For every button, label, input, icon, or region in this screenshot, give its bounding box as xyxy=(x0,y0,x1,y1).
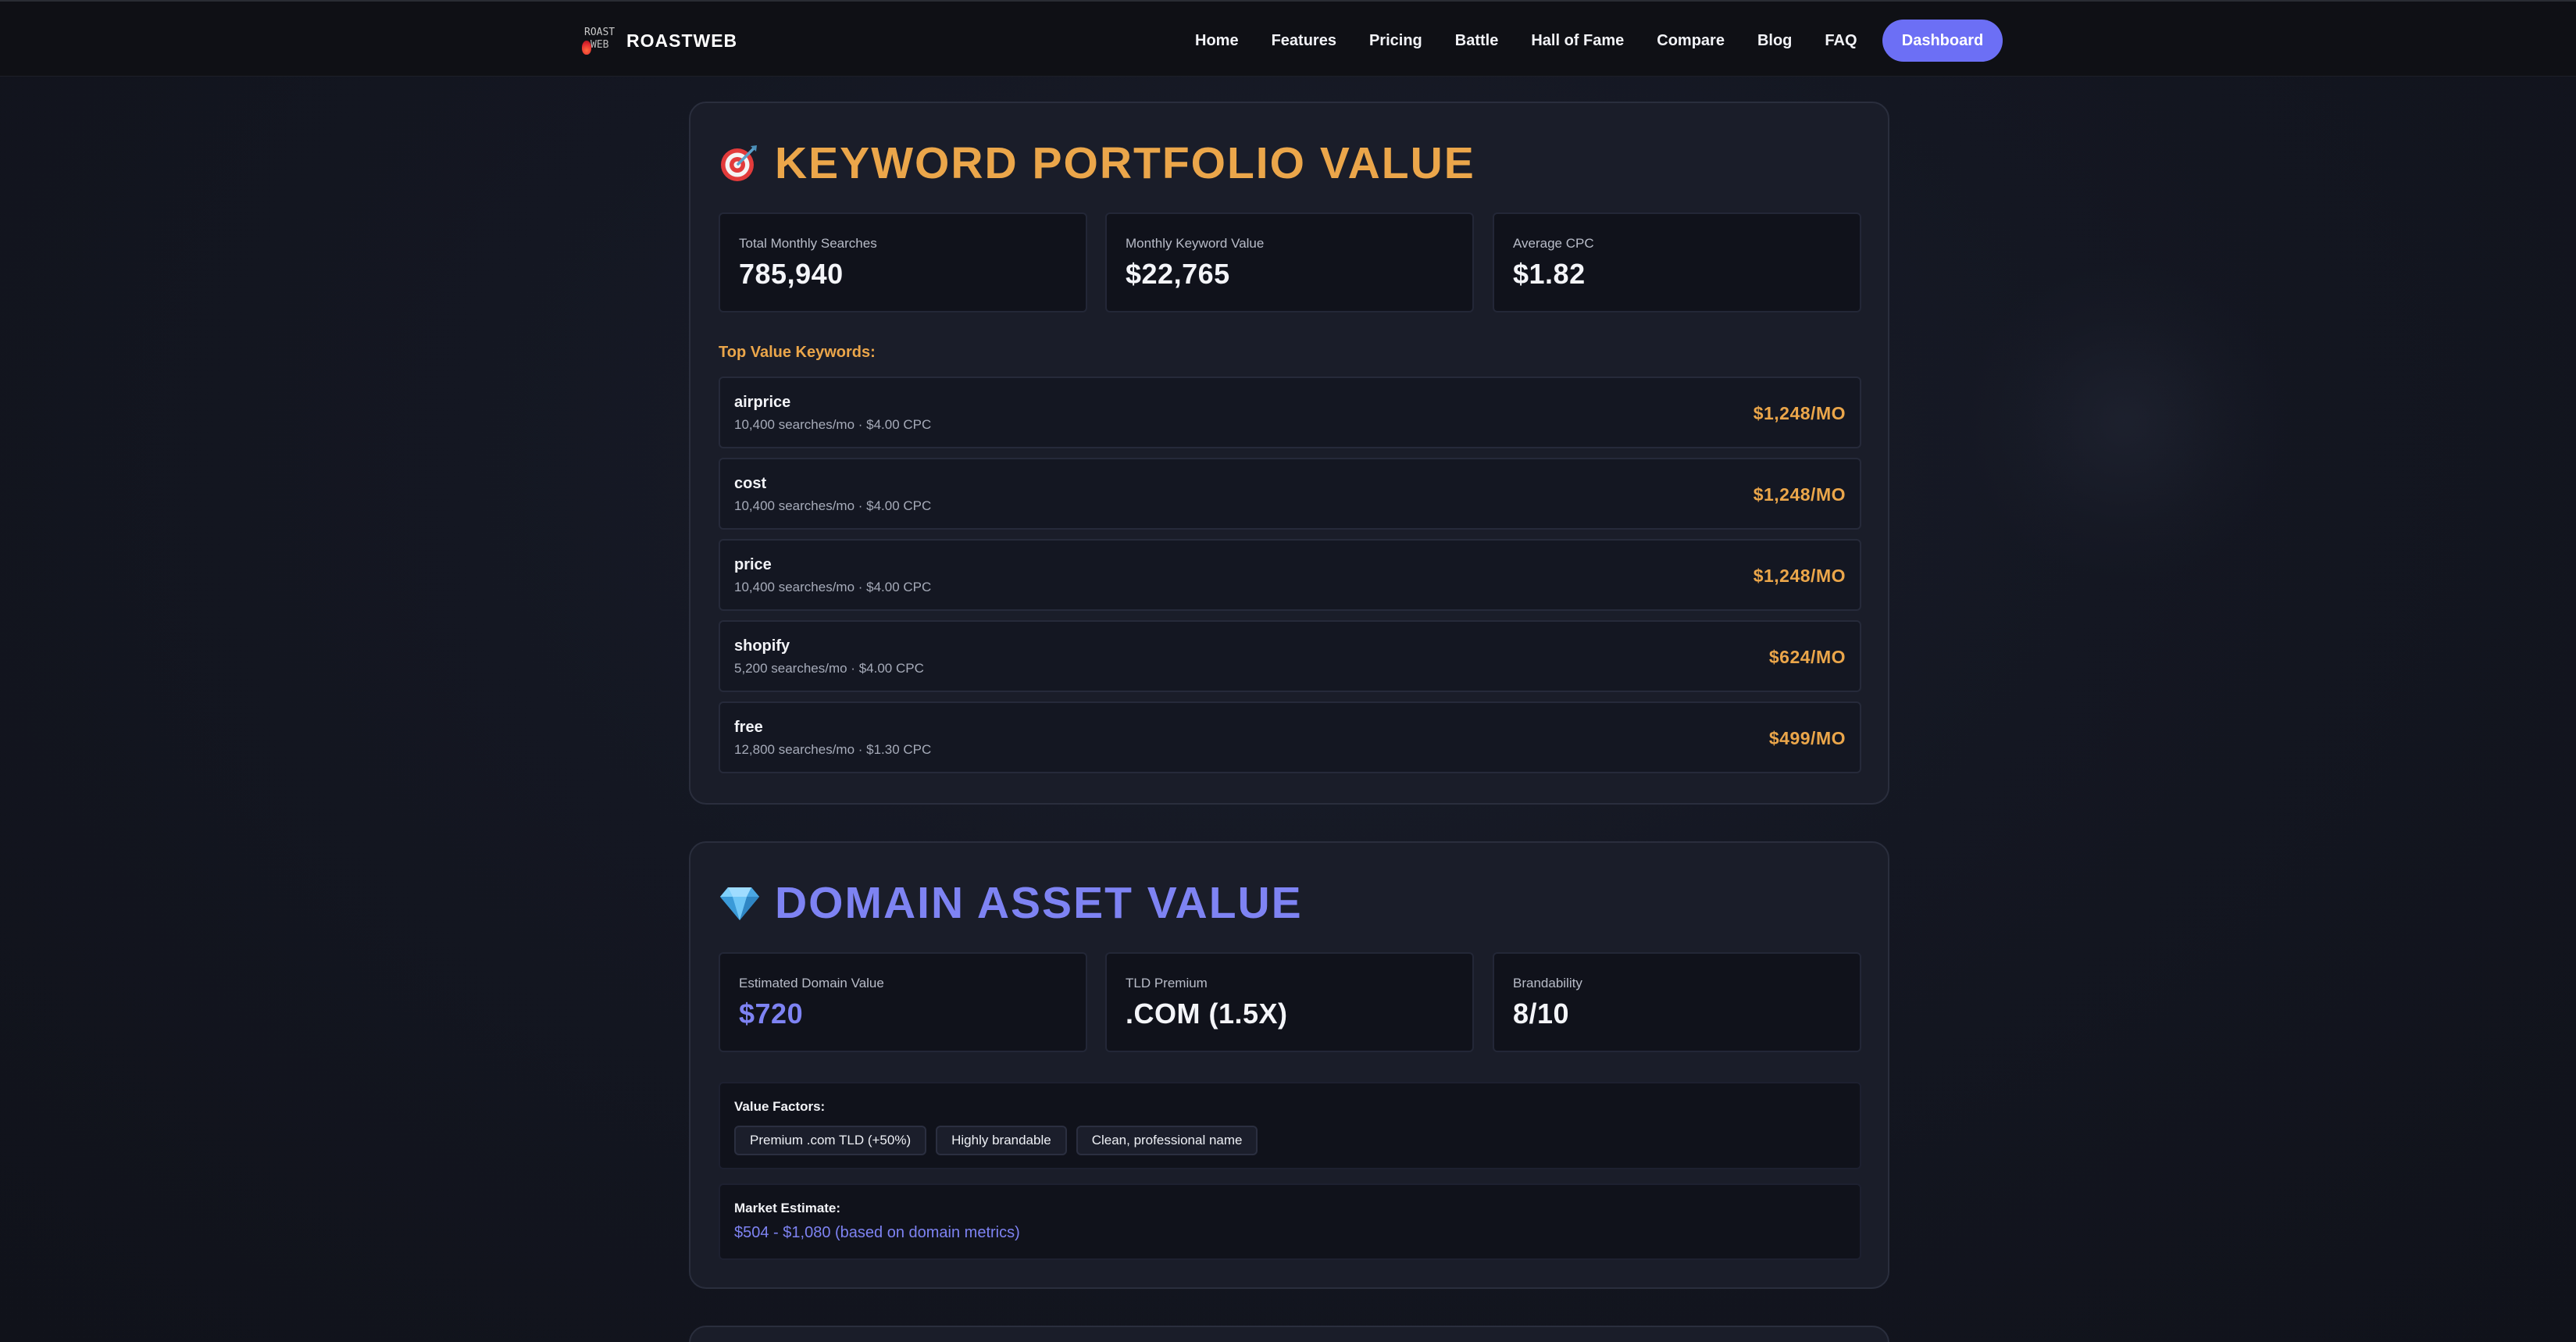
keyword-portfolio-title: KEYWORD PORTFOLIO VALUE xyxy=(775,138,1475,188)
stat-brandability: Brandability 8/10 xyxy=(1493,952,1861,1052)
factor-chip: Clean, professional name xyxy=(1076,1126,1258,1155)
value-factors-chips: Premium .com TLD (+50%) Highly brandable… xyxy=(734,1126,1267,1155)
stat-tld-premium: TLD Premium .COM (1.5X) xyxy=(1105,952,1474,1052)
keyword-name: cost xyxy=(734,475,767,492)
nav-links: Home Features Pricing Battle Hall of Fam… xyxy=(1195,25,1890,56)
stat-value: 785,940 xyxy=(739,258,844,290)
keyword-name: price xyxy=(734,556,772,573)
domain-stats: Estimated Domain Value $720 TLD Premium … xyxy=(719,952,1861,1052)
nav-link-hall-of-fame[interactable]: Hall of Fame xyxy=(1531,32,1624,50)
gem-icon xyxy=(719,883,759,923)
value-factors-box: Value Factors: Premium .com TLD (+50%) H… xyxy=(719,1082,1861,1169)
stat-value: $1.82 xyxy=(1513,258,1586,290)
keyword-meta: 10,400 searches/mo · $4.00 CPC xyxy=(734,580,932,594)
keyword-meta: 12,800 searches/mo · $1.30 CPC xyxy=(734,742,932,757)
stat-label: TLD Premium xyxy=(1126,976,1208,990)
factor-chip: Highly brandable xyxy=(936,1126,1067,1155)
top-keywords-label: Top Value Keywords: xyxy=(719,344,876,361)
domain-asset-card: DOMAIN ASSET VALUE Estimated Domain Valu… xyxy=(689,841,1889,1289)
brand[interactable]: ROAST WEB ROASTWEB xyxy=(580,23,737,58)
nav-link-features[interactable]: Features xyxy=(1272,32,1336,50)
nav-link-home[interactable]: Home xyxy=(1195,32,1239,50)
dashboard-button[interactable]: Dashboard xyxy=(1882,20,2003,62)
keyword-amount: $1,248/MO xyxy=(1753,403,1846,423)
next-section-card xyxy=(689,1326,1889,1342)
domain-asset-title: DOMAIN ASSET VALUE xyxy=(775,878,1303,928)
domain-asset-heading: DOMAIN ASSET VALUE xyxy=(719,877,1303,929)
stat-label: Brandability xyxy=(1513,976,1582,990)
market-estimate-label: Market Estimate: xyxy=(734,1201,841,1215)
target-icon xyxy=(719,143,759,184)
keyword-amount: $1,248/MO xyxy=(1753,484,1846,505)
keyword-row: shopify 5,200 searches/mo · $4.00 CPC $6… xyxy=(719,620,1861,692)
market-estimate-box: Market Estimate: $504 - $1,080 (based on… xyxy=(719,1183,1861,1260)
stat-average-cpc: Average CPC $1.82 xyxy=(1493,212,1861,312)
stat-label: Estimated Domain Value xyxy=(739,976,884,990)
nav-link-compare[interactable]: Compare xyxy=(1657,32,1725,50)
keyword-name: free xyxy=(734,719,763,736)
value-factors-label: Value Factors: xyxy=(734,1099,826,1114)
stat-value: $22,765 xyxy=(1126,258,1230,290)
nav-link-battle[interactable]: Battle xyxy=(1455,32,1499,50)
keyword-amount: $624/MO xyxy=(1768,647,1846,667)
keyword-name: shopify xyxy=(734,637,790,655)
background-glow xyxy=(1961,258,2289,586)
keyword-portfolio-card: KEYWORD PORTFOLIO VALUE Total Monthly Se… xyxy=(689,102,1889,805)
top-navbar: ROAST WEB ROASTWEB Home Features Pricing… xyxy=(0,0,2576,77)
stat-value: $720 xyxy=(739,998,804,1030)
keyword-meta: 10,400 searches/mo · $4.00 CPC xyxy=(734,498,932,513)
nav-link-faq[interactable]: FAQ xyxy=(1825,32,1857,50)
keyword-row: free 12,800 searches/mo · $1.30 CPC $499… xyxy=(719,701,1861,773)
brand-name: ROASTWEB xyxy=(626,30,738,51)
keyword-amount: $1,248/MO xyxy=(1753,566,1846,586)
stat-value: .COM (1.5X) xyxy=(1126,998,1288,1030)
keyword-portfolio-heading: KEYWORD PORTFOLIO VALUE xyxy=(719,137,1475,189)
nav-link-pricing[interactable]: Pricing xyxy=(1369,32,1422,50)
keyword-meta: 5,200 searches/mo · $4.00 CPC xyxy=(734,661,924,676)
keyword-name: airprice xyxy=(734,394,791,411)
market-estimate-value: $504 - $1,080 (based on domain metrics) xyxy=(734,1224,1020,1241)
keyword-row: price 10,400 searches/mo · $4.00 CPC $1,… xyxy=(719,539,1861,611)
nav-link-blog[interactable]: Blog xyxy=(1757,32,1792,50)
keyword-row: cost 10,400 searches/mo · $4.00 CPC $1,2… xyxy=(719,458,1861,530)
stat-label: Total Monthly Searches xyxy=(739,236,877,251)
keyword-row: airprice 10,400 searches/mo · $4.00 CPC … xyxy=(719,377,1861,448)
keyword-stats: Total Monthly Searches 785,940 Monthly K… xyxy=(719,212,1861,312)
roastweb-logo-icon: ROAST WEB xyxy=(580,25,615,56)
stat-monthly-keyword-value: Monthly Keyword Value $22,765 xyxy=(1105,212,1474,312)
keyword-meta: 10,400 searches/mo · $4.00 CPC xyxy=(734,417,932,432)
top-keywords-list: airprice 10,400 searches/mo · $4.00 CPC … xyxy=(719,377,1861,783)
stat-value: 8/10 xyxy=(1513,998,1570,1030)
stat-total-monthly-searches: Total Monthly Searches 785,940 xyxy=(719,212,1087,312)
stat-estimated-domain-value: Estimated Domain Value $720 xyxy=(719,952,1087,1052)
keyword-amount: $499/MO xyxy=(1768,728,1846,748)
factor-chip: Premium .com TLD (+50%) xyxy=(734,1126,927,1155)
stat-label: Monthly Keyword Value xyxy=(1126,236,1265,251)
stat-label: Average CPC xyxy=(1513,236,1594,251)
